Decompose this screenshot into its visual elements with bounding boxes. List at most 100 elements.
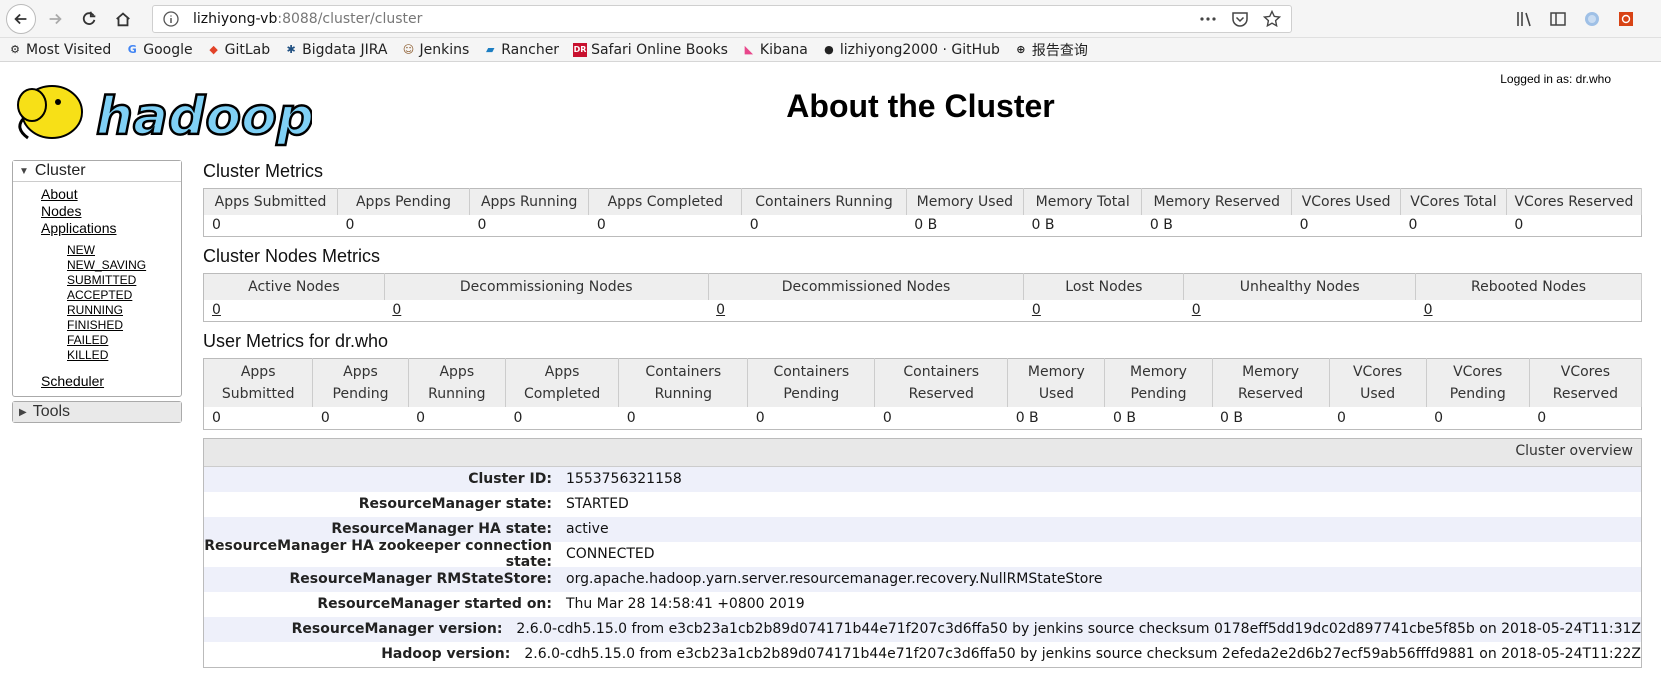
metric-value: 0: [1400, 214, 1507, 237]
column-header[interactable]: Memory Total: [1023, 188, 1143, 215]
metric-link[interactable]: 0: [1424, 302, 1433, 318]
reload-icon: [82, 11, 96, 25]
extension-icon[interactable]: [1583, 10, 1601, 28]
column-header[interactable]: Apps Submitted: [203, 358, 314, 407]
overview-value: Thu Mar 28 14:58:41 +0800 2019: [566, 596, 805, 612]
column-header[interactable]: Containers Running: [741, 188, 907, 215]
column-header[interactable]: Decommissioned Nodes: [708, 273, 1025, 300]
bookmark-report[interactable]: ⊕ 报告查询: [1014, 40, 1088, 60]
metric-link[interactable]: 0: [392, 302, 401, 318]
url-bar[interactable]: lizhiyong-vb:8088/cluster/cluster: [152, 4, 1292, 33]
column-header[interactable]: Containers Running: [618, 358, 749, 407]
nav-about-link[interactable]: About: [41, 186, 78, 202]
column-header-line: Apps: [240, 364, 276, 380]
metric-link[interactable]: 0: [1192, 302, 1201, 318]
forward-button[interactable]: [40, 4, 70, 34]
bookmark-label: Most Visited: [26, 41, 112, 58]
column-header[interactable]: Apps Pending: [337, 188, 470, 215]
column-header[interactable]: Memory Reserved: [1212, 358, 1330, 407]
library-icon[interactable]: [1515, 10, 1533, 28]
metric-value[interactable]: 0: [203, 299, 385, 322]
metric-value[interactable]: 0: [384, 299, 709, 322]
back-button[interactable]: [6, 3, 36, 34]
overview-value: 1553756321158: [566, 471, 682, 487]
nav-app-state-failed[interactable]: FAILED: [67, 333, 108, 347]
column-header[interactable]: Apps Completed: [588, 188, 743, 215]
column-header[interactable]: VCores Pending: [1426, 358, 1530, 407]
nav-app-state-running[interactable]: RUNNING: [67, 303, 123, 317]
page-content: hadoop Logged in as: dr.who About the Cl…: [0, 62, 1661, 682]
metric-link[interactable]: 0: [1032, 302, 1041, 318]
bookmark-github[interactable]: ● lizhiyong2000 · GitHub: [822, 42, 1000, 58]
metric-link[interactable]: 0: [212, 302, 221, 318]
column-header-line: VCores: [1560, 364, 1611, 380]
column-header[interactable]: Apps Running: [469, 188, 590, 215]
sidebar-icon[interactable]: [1549, 10, 1567, 28]
metric-value[interactable]: 0: [1415, 299, 1642, 322]
nav-nodes-link[interactable]: Nodes: [41, 203, 81, 219]
column-header[interactable]: Apps Running: [408, 358, 506, 407]
column-header-line: Used: [1360, 386, 1396, 402]
nav-applications-link[interactable]: Applications: [41, 220, 117, 236]
column-header[interactable]: VCores Total: [1400, 188, 1507, 215]
column-header[interactable]: Active Nodes: [203, 273, 385, 300]
bookmark-most-visited[interactable]: ⚙ Most Visited: [8, 42, 111, 58]
column-header-line: Pending: [1130, 386, 1187, 402]
metric-value[interactable]: 0: [708, 299, 1024, 322]
column-header[interactable]: Decommissioning Nodes: [384, 273, 709, 300]
column-header[interactable]: Apps Pending: [312, 358, 409, 407]
left-navigation: ▼ Cluster About Nodes Applications NEW NE…: [12, 160, 182, 427]
bookmark-gitlab[interactable]: ◆ GitLab: [207, 42, 270, 58]
cluster-overview-header[interactable]: Cluster overview: [204, 438, 1641, 467]
home-button[interactable]: [108, 4, 138, 34]
column-header[interactable]: Apps Submitted: [203, 188, 339, 215]
overview-key: ResourceManager started on:: [317, 596, 552, 612]
column-header[interactable]: Memory Pending: [1104, 358, 1213, 407]
column-header[interactable]: VCores Reserved: [1506, 188, 1643, 215]
bookmark-rancher[interactable]: ▰ Rancher: [483, 42, 559, 58]
metric-link[interactable]: 0: [716, 302, 725, 318]
column-header[interactable]: Containers Reserved: [874, 358, 1009, 407]
reload-button[interactable]: [74, 4, 104, 34]
logged-in-status: Logged in as: dr.who: [1500, 72, 1611, 86]
nav-app-state-submitted[interactable]: SUBMITTED: [67, 273, 136, 287]
bookmark-label: Rancher: [501, 41, 560, 58]
bookmark-safari-books[interactable]: DR Safari Online Books: [573, 42, 728, 58]
bookmark-jira[interactable]: ✱ Bigdata JIRA: [284, 42, 387, 58]
nav-scheduler-link[interactable]: Scheduler: [41, 373, 104, 389]
metric-value[interactable]: 0: [1183, 299, 1416, 322]
column-header[interactable]: Containers Pending: [747, 358, 876, 407]
column-header[interactable]: Memory Reserved: [1141, 188, 1293, 215]
column-header[interactable]: VCores Used: [1291, 188, 1402, 215]
pocket-icon[interactable]: [1231, 10, 1249, 28]
nav-app-state-new-saving[interactable]: NEW_SAVING: [67, 258, 146, 272]
overview-row: ResourceManager version: 2.6.0-cdh5.15.0 …: [204, 616, 1641, 642]
nav-app-state-new[interactable]: NEW: [67, 243, 95, 257]
column-header[interactable]: Rebooted Nodes: [1415, 273, 1642, 300]
cluster-panel-header[interactable]: ▼ Cluster: [13, 161, 181, 182]
jira-icon: ✱: [286, 43, 296, 56]
metric-value: 0 B: [1212, 407, 1330, 429]
nav-app-state-finished[interactable]: FINISHED: [67, 318, 123, 332]
column-header-line: Containers: [773, 364, 850, 380]
column-header[interactable]: Lost Nodes: [1023, 273, 1185, 300]
column-header[interactable]: Apps Completed: [505, 358, 620, 407]
bookmark-jenkins[interactable]: ☺ Jenkins: [401, 42, 470, 58]
github-icon: ●: [824, 43, 834, 56]
metric-value[interactable]: 0: [1023, 299, 1184, 322]
bookmark-star-icon[interactable]: [1263, 9, 1281, 28]
more-actions-icon[interactable]: [1199, 10, 1217, 28]
overview-row: Hadoop version: 2.6.0-cdh5.15.0 from e3cb…: [204, 642, 1641, 667]
info-icon[interactable]: [163, 10, 179, 27]
addon-icon[interactable]: [1617, 10, 1635, 28]
column-header[interactable]: Unhealthy Nodes: [1183, 273, 1417, 300]
nav-app-state-killed[interactable]: KILLED: [67, 348, 108, 362]
column-header[interactable]: Memory Used: [1007, 358, 1106, 407]
bookmark-google[interactable]: G Google: [125, 42, 193, 58]
nav-app-state-accepted[interactable]: ACCEPTED: [67, 288, 132, 302]
column-header[interactable]: VCores Used: [1329, 358, 1427, 407]
column-header[interactable]: VCores Reserved: [1529, 358, 1643, 407]
tools-panel-header[interactable]: ▶ Tools: [13, 402, 181, 422]
column-header[interactable]: Memory Used: [906, 188, 1025, 215]
bookmark-kibana[interactable]: ◣ Kibana: [742, 42, 808, 58]
